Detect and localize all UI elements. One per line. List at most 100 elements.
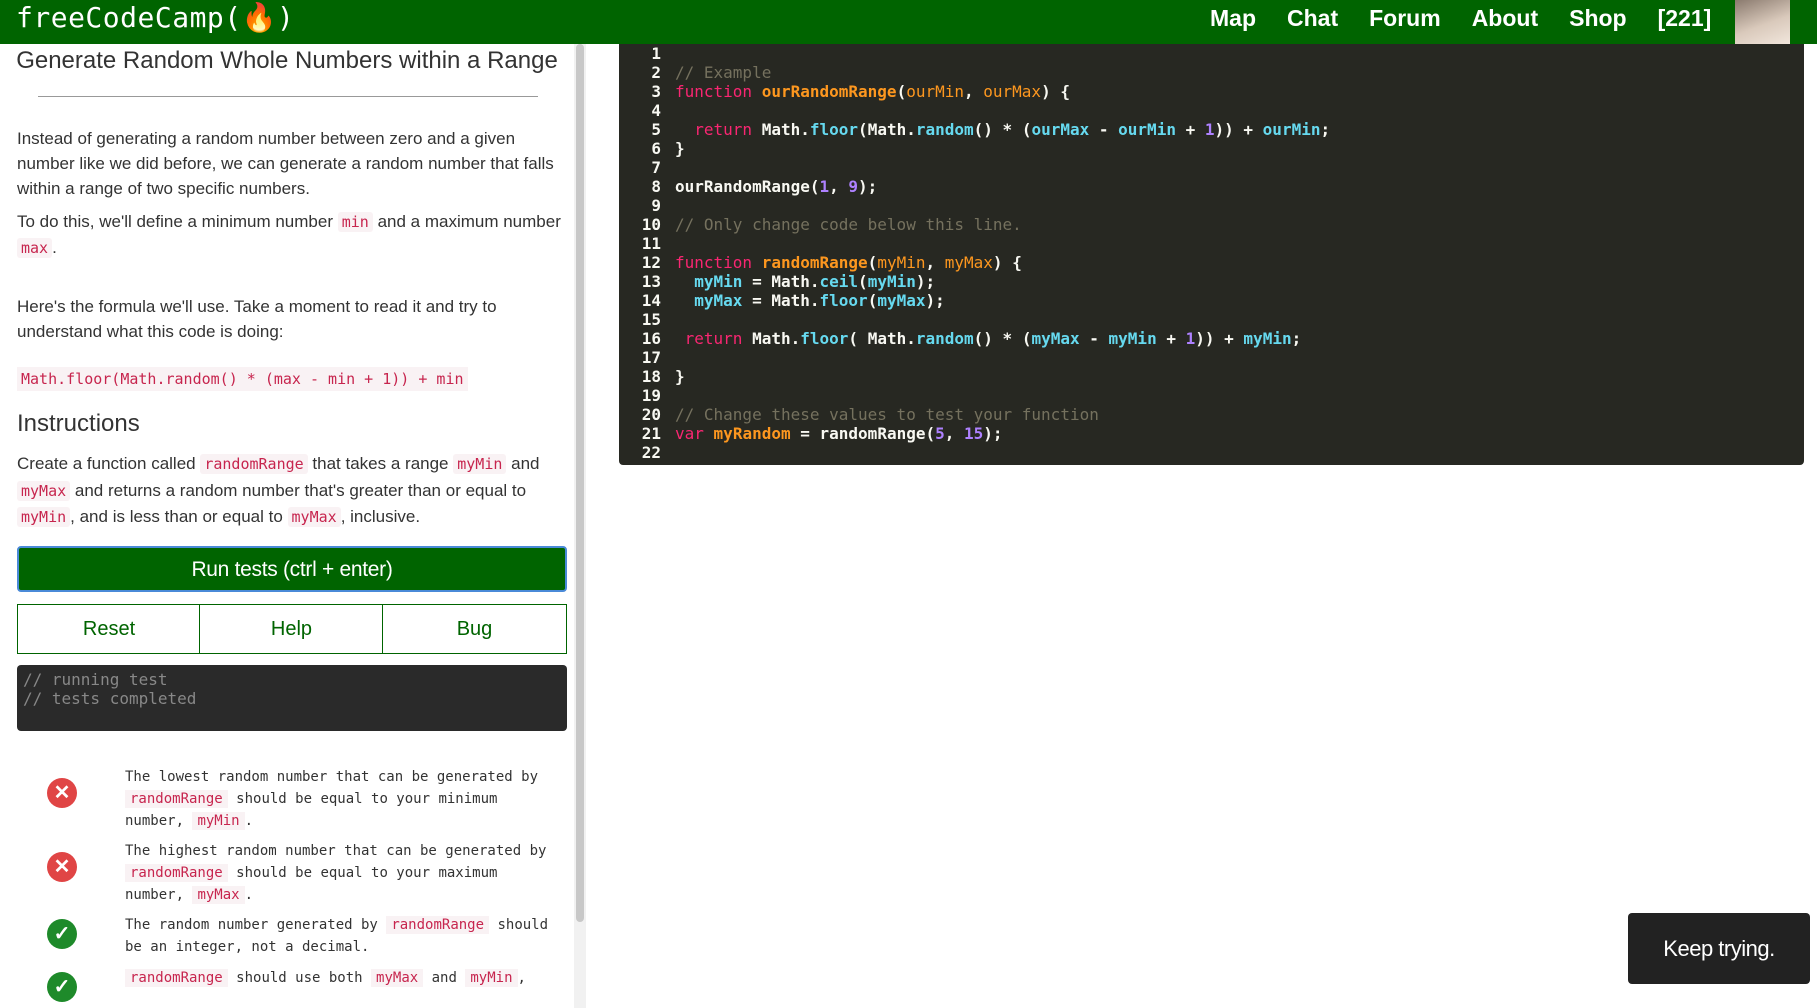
builtin: floor — [809, 120, 859, 139]
instr-text-3: and — [511, 454, 540, 473]
instructions-heading: Instructions — [17, 410, 140, 437]
console-line-1: // running test — [23, 670, 168, 689]
test-text-part: The random number generated by — [125, 917, 378, 933]
test-code: myMax — [371, 969, 424, 987]
builtin: ceil — [819, 272, 859, 291]
test-text: The highest random number that can be ge… — [125, 840, 550, 906]
test-code: randomRange — [125, 864, 228, 882]
instructions-text: Create a function called randomRange tha… — [17, 451, 567, 531]
panel-scrollbar-thumb[interactable] — [576, 44, 584, 922]
line-number: 19 — [641, 386, 661, 405]
nav-link-forum[interactable]: Forum — [1369, 5, 1441, 32]
test-code: myMax — [192, 886, 245, 904]
bug-button[interactable]: Bug — [382, 604, 567, 654]
para2-text-c: . — [52, 238, 57, 257]
builtin: random — [915, 120, 974, 139]
code-max: max — [17, 238, 53, 258]
keep-trying-toast: Keep trying. — [1628, 913, 1810, 984]
identifier: Math — [867, 329, 907, 348]
test-text: randomRange should use both myMax and my… — [125, 967, 550, 989]
keyword: var — [675, 424, 704, 443]
param: myMax — [944, 253, 993, 272]
run-tests-button[interactable]: Run tests (ctrl + enter) — [17, 546, 567, 592]
para2-text-b: and a maximum number — [377, 212, 561, 231]
number-literal: 1 — [819, 177, 830, 196]
nav-link-shop[interactable]: Shop — [1569, 5, 1627, 32]
code-line-14: myMax = Math.floor(myMax); — [694, 291, 945, 310]
test-text-part: The highest random number that can be ge… — [125, 843, 547, 859]
test-console: // running test // tests completed — [17, 665, 567, 731]
description-paragraph-3: Here's the formula we'll use. Take a mom… — [17, 297, 497, 341]
identifier: Math — [761, 120, 801, 139]
code-line-18: } — [675, 367, 685, 386]
identifier: ourRandomRange — [675, 177, 810, 196]
nav-link-about[interactable]: About — [1472, 5, 1538, 32]
identifier: myMax — [1031, 329, 1080, 348]
fail-icon: ✕ — [47, 778, 77, 808]
code-line-16: return Math.floor( Math.random() * (myMa… — [684, 329, 1302, 348]
nav-link-chat[interactable]: Chat — [1287, 5, 1338, 32]
code-line-20: // Change these values to test your func… — [675, 405, 1099, 424]
identifier: Math — [771, 272, 810, 291]
line-number: 21 — [641, 424, 661, 443]
pass-icon: ✓ — [47, 972, 77, 1002]
function-name: randomRange — [761, 253, 868, 272]
identifier: Math — [752, 329, 791, 348]
test-text-part: . — [244, 887, 254, 903]
line-number: 22 — [641, 443, 661, 462]
builtin: floor — [819, 291, 868, 310]
code-line-10: // Only change code below this line. — [675, 215, 1022, 234]
line-number: 15 — [641, 310, 661, 329]
code-myMax-2: myMax — [287, 507, 341, 527]
description-paragraph-1: Instead of generating a random number be… — [17, 129, 554, 198]
test-code: myMin — [465, 969, 518, 987]
number-literal: 1 — [1204, 120, 1215, 139]
points-badge[interactable]: [221] — [1658, 5, 1712, 32]
line-number: 9 — [651, 196, 661, 215]
reset-button[interactable]: Reset — [17, 604, 201, 654]
nav-link-map[interactable]: Map — [1210, 5, 1256, 32]
code-line-8: ourRandomRange(1, 9); — [675, 177, 878, 196]
fail-icon: ✕ — [47, 852, 77, 882]
identifier: myMax — [877, 291, 926, 310]
title-divider — [38, 96, 538, 97]
help-button[interactable]: Help — [199, 604, 384, 654]
identifier: Math — [771, 291, 810, 310]
identifier: ourMin — [1262, 120, 1321, 139]
test-code: randomRange — [125, 790, 228, 808]
pass-icon: ✓ — [47, 919, 77, 949]
code-line-3: function ourRandomRange(ourMin, ourMax) … — [675, 82, 1070, 101]
line-number: 11 — [641, 234, 661, 253]
brand-logo[interactable]: freeCodeCamp(🔥) — [16, 0, 294, 36]
formula-code: Math.floor(Math.random() * (max - min + … — [17, 367, 468, 391]
test-text-part: should use both — [236, 970, 363, 986]
line-number: 8 — [651, 177, 661, 196]
identifier: myMin — [694, 272, 743, 291]
identifier: myRandom — [713, 424, 791, 443]
code-myMax: myMax — [17, 480, 71, 501]
identifier: myMin — [867, 272, 916, 291]
line-number: 3 — [651, 82, 661, 101]
instr-text-6: , inclusive. — [340, 507, 421, 526]
line-number: 20 — [641, 405, 661, 424]
builtin: random — [915, 329, 974, 348]
keyword: return — [694, 120, 753, 139]
keyword: function — [675, 82, 753, 101]
code-editor[interactable]: 1 2 3 4 5 6 7 8 9 10 11 12 13 14 15 16 17 18 19 20 21 22 // E… — [619, 44, 1804, 465]
description-paragraph-2: To do this, we'll define a minimum numbe… — [17, 209, 567, 261]
line-number: 4 — [651, 101, 661, 120]
test-code: randomRange — [125, 969, 228, 987]
keyword: return — [684, 329, 743, 348]
keyword: function — [675, 253, 753, 272]
identifier: myMax — [694, 291, 743, 310]
param: ourMax — [983, 82, 1042, 101]
instructions-panel: Generate Random Whole Numbers within a R… — [0, 44, 574, 1008]
code-line-13: myMin = Math.ceil(myMin); — [694, 272, 936, 291]
line-number: 14 — [641, 291, 661, 310]
console-line-2: // tests completed — [23, 689, 197, 708]
line-number: 2 — [651, 63, 661, 82]
code-line-5: return Math.floor(Math.random() * (ourMa… — [694, 120, 1331, 139]
avatar[interactable] — [1735, 0, 1790, 44]
test-code: myMin — [192, 812, 245, 830]
instr-text-5: , and is less than or equal to — [70, 507, 283, 526]
